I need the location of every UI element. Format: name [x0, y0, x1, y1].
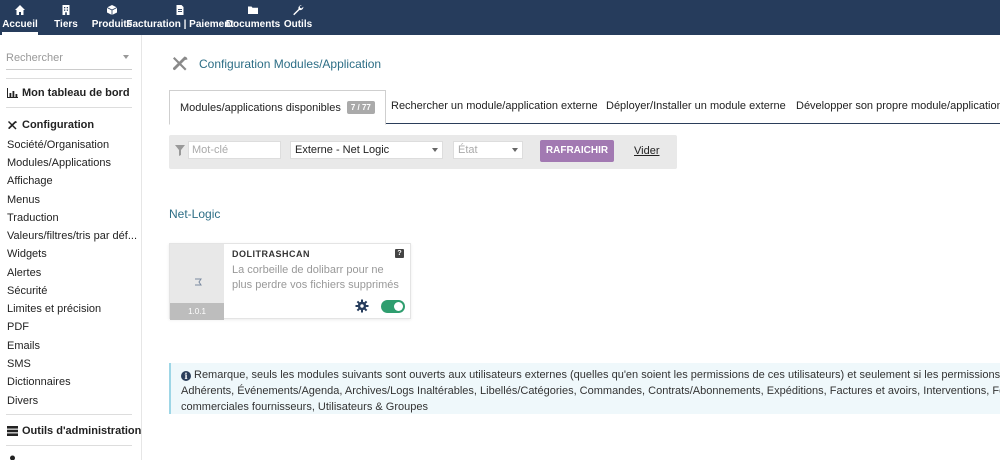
sidebar-item-emails[interactable]: Emails: [7, 340, 40, 352]
nav-facturation-label: Facturation | Paiement: [126, 19, 234, 30]
info-line-2: Adhérents, Événements/Agenda, Archives/L…: [181, 385, 1000, 397]
nav-tiers-label: Tiers: [54, 19, 78, 30]
chevron-down-icon: [123, 55, 129, 59]
module-description: La corbeille de dolibarr pour ne plus pe…: [232, 264, 399, 291]
nav-tiers[interactable]: Tiers: [40, 0, 92, 35]
top-navbar: Accueil Tiers Produits Facturation | Pai…: [0, 0, 1000, 35]
refresh-button[interactable]: RAFRAICHIR: [540, 140, 614, 162]
module-name: DOLITRASHCAN: [232, 249, 310, 259]
sidebar-item-securite[interactable]: Sécurité: [7, 285, 47, 297]
sidebar-item-menus[interactable]: Menus: [7, 194, 40, 206]
module-enabled-toggle[interactable]: [381, 300, 405, 313]
module-version: 1.0.1: [170, 303, 224, 320]
count-badge: 7 / 77: [346, 101, 375, 114]
sidebar-item-limites[interactable]: Limites et précision: [7, 303, 101, 315]
sidebar-item-traduction[interactable]: Traduction: [7, 212, 59, 224]
nav-accueil-label: Accueil: [2, 19, 38, 30]
tab-deploy-external[interactable]: Déployer/Installer un module externe: [606, 90, 786, 124]
gear-icon[interactable]: [355, 299, 369, 313]
left-sidebar: Rechercher Mon tableau de bord Configura…: [0, 35, 142, 460]
tools-icon: [8, 120, 17, 129]
sidebar-item-pdf[interactable]: PDF: [7, 321, 29, 333]
chevron-down-icon: [432, 148, 438, 152]
module-logo-area: 1.0.1: [170, 244, 224, 320]
module-logo-icon: [195, 278, 202, 286]
info-icon: i: [181, 371, 191, 381]
menu-dashboard[interactable]: Mon tableau de bord: [7, 87, 130, 99]
server-icon: [7, 426, 18, 436]
origin-select[interactable]: Externe - Net Logic: [290, 141, 443, 159]
sidebar-item-modules[interactable]: Modules/Applications: [7, 157, 111, 169]
filter-icon: [175, 145, 185, 156]
menu-configuration-label: Configuration: [22, 119, 95, 131]
menu-users-partial[interactable]: [7, 455, 22, 460]
building-icon: [62, 5, 70, 15]
cube-icon: [106, 5, 118, 15]
module-card[interactable]: 1.0.1 DOLITRASHCAN ? La corbeille de dol…: [169, 243, 411, 320]
sidebar-item-dictionnaires[interactable]: Dictionnaires: [7, 376, 71, 388]
main-content: Configuration Modules/Application Module…: [143, 35, 1000, 460]
section-title: Net-Logic: [169, 207, 221, 221]
help-icon[interactable]: ?: [395, 249, 404, 258]
divider: [6, 445, 132, 446]
menu-dashboard-label: Mon tableau de bord: [22, 87, 130, 99]
file-invoice-icon: [176, 5, 184, 15]
nav-facturation[interactable]: Facturation | Paiement: [126, 0, 234, 35]
nav-outils[interactable]: Outils: [278, 0, 318, 35]
sidebar-item-sms[interactable]: SMS: [7, 358, 31, 370]
sidebar-search-select[interactable]: Rechercher: [6, 52, 132, 70]
divider: [6, 414, 132, 415]
divider: [6, 78, 132, 79]
nav-outils-label: Outils: [283, 19, 313, 30]
origin-value: Externe - Net Logic: [295, 144, 390, 156]
user-icon: [10, 455, 15, 460]
chevron-down-icon: [512, 148, 518, 152]
clear-filters-link[interactable]: Vider: [634, 145, 659, 157]
tab-develop-module[interactable]: Développer son propre module/application: [796, 90, 1000, 124]
filter-bar: Mot-clé Externe - Net Logic État RAFRAIC…: [169, 135, 677, 169]
folder-icon: [248, 6, 258, 14]
wrench-icon: [293, 5, 304, 16]
page-header: Configuration Modules/Application: [171, 55, 381, 73]
tab-search-external[interactable]: Rechercher un module/application externe: [391, 90, 598, 124]
nav-documents[interactable]: Documents: [225, 0, 281, 35]
tools-icon: [172, 56, 188, 71]
chart-icon: [7, 88, 18, 98]
divider: [6, 107, 132, 108]
tab-available-label: Modules/applications disponibles: [180, 102, 341, 114]
info-line-1: Remarque, seuls les modules suivants son…: [194, 369, 1000, 381]
search-placeholder: Rechercher: [6, 52, 63, 64]
menu-admin-tools-label: Outils d'administration: [22, 425, 142, 437]
sidebar-item-widgets[interactable]: Widgets: [7, 248, 47, 260]
info-note: i Remarque, seuls les modules suivants so…: [169, 363, 1000, 414]
module-tabs: Modules/applications disponibles 7 / 77 R…: [169, 90, 1000, 125]
keyword-input[interactable]: Mot-clé: [188, 141, 281, 159]
sidebar-item-valeurs[interactable]: Valeurs/filtres/tris par déf...: [7, 230, 137, 242]
menu-configuration[interactable]: Configuration: [7, 119, 94, 131]
sidebar-item-societe[interactable]: Société/Organisation: [7, 139, 109, 151]
sidebar-item-alertes[interactable]: Alertes: [7, 267, 41, 279]
sidebar-item-divers[interactable]: Divers: [7, 395, 38, 407]
state-placeholder: État: [458, 144, 478, 156]
menu-admin-tools[interactable]: Outils d'administration: [7, 425, 141, 437]
state-select[interactable]: État: [453, 141, 523, 159]
page-title: Configuration Modules/Application: [199, 57, 382, 71]
tab-available-modules[interactable]: Modules/applications disponibles 7 / 77: [169, 90, 386, 125]
home-icon: [15, 5, 25, 15]
sidebar-item-affichage[interactable]: Affichage: [7, 175, 53, 187]
nav-documents-label: Documents: [225, 19, 281, 30]
keyword-placeholder: Mot-clé: [192, 144, 229, 156]
info-line-3: commerciales fournisseurs, Utilisateurs …: [181, 401, 428, 413]
nav-accueil[interactable]: Accueil: [0, 0, 40, 35]
